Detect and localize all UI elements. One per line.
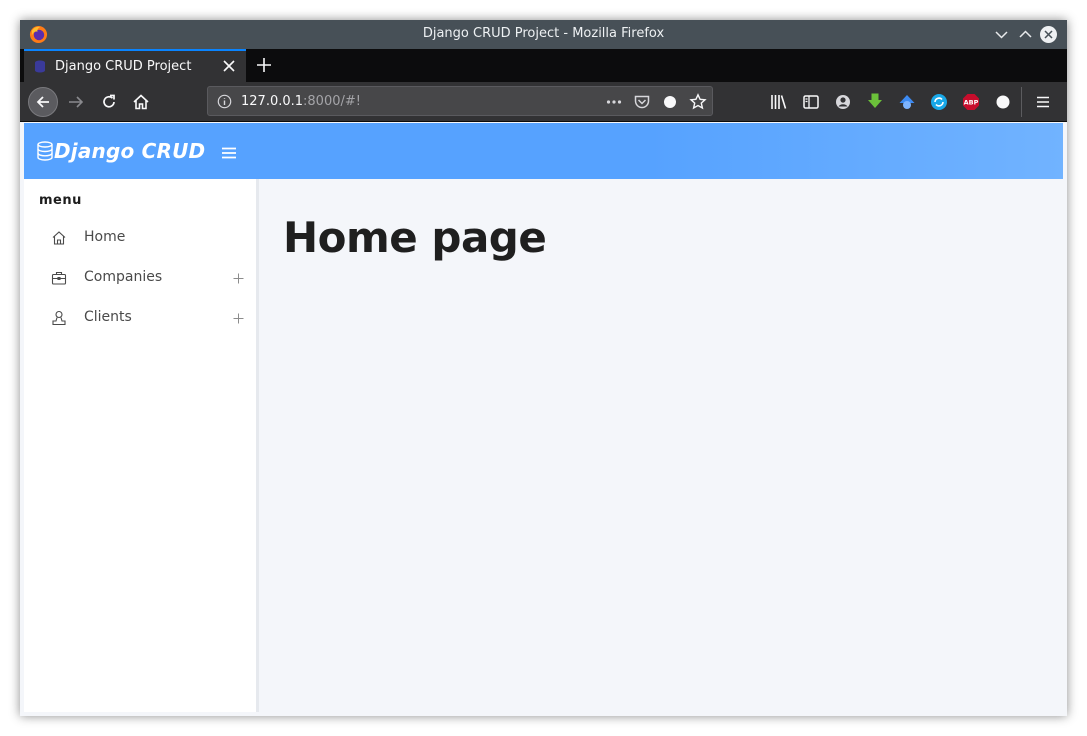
download-arrow-icon[interactable] [866,92,884,110]
url-bar[interactable]: 127.0.0.1:8000/#! [207,86,713,116]
svg-text:ABP: ABP [964,99,979,107]
brand-title: Django CRUD [54,139,206,163]
library-icon[interactable] [770,93,788,111]
main-content: Home page [259,179,1063,712]
toolbar-separator [1021,87,1022,117]
site-info-icon[interactable] [217,94,232,109]
forward-arrow-icon[interactable] [67,93,85,111]
window-title: Django CRUD Project - Mozilla Firefox [422,26,665,41]
page-actions-icon[interactable] [605,93,623,111]
sync-extension-icon[interactable] [930,93,948,111]
upload-extension-icon[interactable] [898,93,916,111]
adblock-plus-icon[interactable]: ABP [962,93,980,111]
minimize-icon[interactable] [992,25,1011,44]
navigation-toolbar: 127.0.0.1:8000/#! ABP [20,82,1067,122]
sidebar-item-companies[interactable]: Companies [24,261,256,297]
app-header: Django CRUD [24,123,1063,179]
expand-plus-icon[interactable] [233,273,244,284]
sidebar-item-label: Companies [84,269,163,285]
page-title: Home page [283,213,547,262]
hamburger-menu-icon[interactable] [1034,93,1052,111]
tab-django-crud[interactable]: Django CRUD Project [24,49,246,82]
sidebar-item-clients[interactable]: Clients [24,301,256,337]
menu-heading: menu [39,193,82,208]
sidebar-item-home[interactable]: Home [24,221,256,257]
maximize-icon[interactable] [1016,25,1035,44]
url-host: 127.0.0.1 [241,94,304,109]
close-tab-icon[interactable] [222,59,236,73]
pocket-icon[interactable] [633,93,651,111]
sidebar-toggle-menu-icon[interactable] [221,146,237,160]
home-icon [52,231,66,245]
tab-bar: Django CRUD Project [20,49,1067,82]
database-favicon-icon [35,60,45,73]
sidebar-toggle-icon[interactable] [802,93,820,111]
reload-icon[interactable] [100,93,118,111]
user-icon [52,310,66,326]
white-circle-extension-icon[interactable] [994,93,1012,111]
url-path: :8000/#! [303,94,361,109]
new-tab-icon[interactable] [254,55,274,75]
database-icon [37,141,53,161]
window-titlebar: Django CRUD Project - Mozilla Firefox [20,20,1067,49]
account-icon[interactable] [834,93,852,111]
web-page: Django CRUD menu Home Companies Clients … [24,123,1063,712]
url-text[interactable]: 127.0.0.1:8000/#! [241,94,361,109]
close-window-icon[interactable] [1039,25,1058,44]
expand-plus-icon[interactable] [233,313,244,324]
home-button-icon[interactable] [132,93,150,111]
bookmark-star-icon[interactable] [689,93,707,111]
tab-title: Django CRUD Project [55,59,192,74]
extension-circle-icon[interactable] [661,93,679,111]
browser-window: Django CRUD Project - Mozilla Firefox Dj… [20,20,1067,716]
brand-link[interactable]: Django CRUD [36,138,205,164]
back-arrow-icon [36,96,49,108]
sidebar-item-label: Clients [84,309,132,325]
sidebar: menu Home Companies Clients [24,179,259,712]
sidebar-item-label: Home [84,229,126,245]
back-button[interactable] [28,87,58,117]
briefcase-icon [51,271,67,285]
